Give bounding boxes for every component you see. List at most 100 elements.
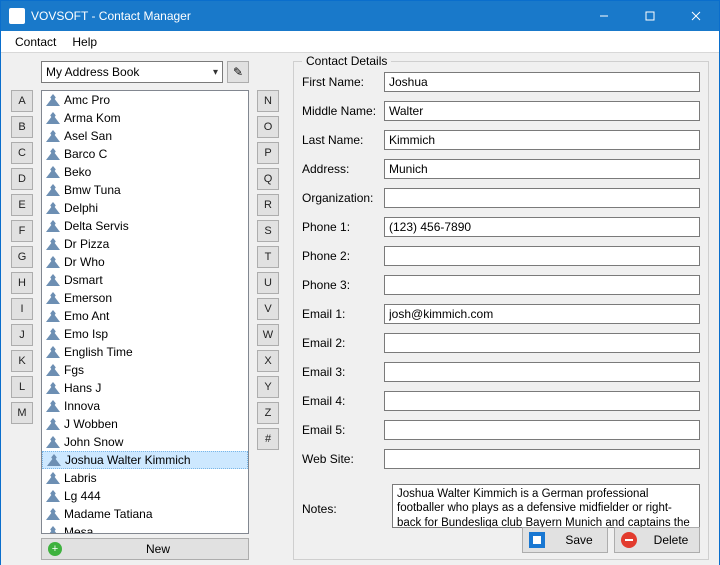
alpha-s[interactable]: S [257,220,279,242]
org-field[interactable] [384,188,700,208]
menu-bar: Contact Help [1,31,719,53]
list-item-label: Joshua Walter Kimmich [65,453,191,467]
alpha-#[interactable]: # [257,428,279,450]
last-field[interactable] [384,130,700,150]
alpha-i[interactable]: I [11,298,33,320]
contact-list[interactable]: Amc Pro Arma Kom Asel SanBarco C Beko Bmw Tu… [41,90,249,534]
alpha-p[interactable]: P [257,142,279,164]
list-item[interactable]: Delphi [42,199,248,217]
alpha-d[interactable]: D [11,168,33,190]
pencil-icon: ✎ [233,65,243,79]
list-item[interactable]: Bmw Tuna [42,181,248,199]
maximize-button[interactable] [627,1,673,31]
person-icon [46,184,60,196]
list-item[interactable]: J Wobben [42,415,248,433]
list-item-label: Beko [64,165,91,179]
list-item[interactable]: Asel San [42,127,248,145]
person-icon [46,274,60,286]
p3-field[interactable] [384,275,700,295]
list-item[interactable]: Dsmart [42,271,248,289]
list-item[interactable]: Beko [42,163,248,181]
list-item[interactable]: Hans J [42,379,248,397]
alpha-j[interactable]: J [11,324,33,346]
list-item[interactable]: Fgs [42,361,248,379]
e1-field[interactable] [384,304,700,324]
list-item[interactable]: English Time [42,343,248,361]
alpha-b[interactable]: B [11,116,33,138]
edit-book-button[interactable]: ✎ [227,61,249,83]
list-item[interactable]: Joshua Walter Kimmich [42,451,248,469]
window-title: VOVSOFT - Contact Manager [31,9,581,23]
alpha-o[interactable]: O [257,116,279,138]
person-icon [46,382,60,394]
web-field[interactable] [384,449,700,469]
list-item[interactable]: Dr Pizza [42,235,248,253]
alpha-h[interactable]: H [11,272,33,294]
middle-field[interactable] [384,101,700,121]
alpha-u[interactable]: U [257,272,279,294]
list-item[interactable]: Lg 444 [42,487,248,505]
alpha-y[interactable]: Y [257,376,279,398]
menu-help[interactable]: Help [64,33,105,51]
address-field[interactable] [384,159,700,179]
list-item[interactable]: Labris [42,469,248,487]
alpha-f[interactable]: F [11,220,33,242]
new-contact-button[interactable]: + New [41,538,249,560]
list-item[interactable]: Emo Isp [42,325,248,343]
alpha-k[interactable]: K [11,350,33,372]
close-button[interactable] [673,1,719,31]
alpha-a[interactable]: A [11,90,33,112]
list-item[interactable]: Mesa [42,523,248,534]
list-item[interactable]: Innova [42,397,248,415]
first-field[interactable] [384,72,700,92]
list-item[interactable]: Madame Tatiana [42,505,248,523]
p2-field[interactable] [384,246,700,266]
list-item-label: Emo Ant [64,309,109,323]
list-item-label: Emo Isp [64,327,108,341]
alpha-x[interactable]: X [257,350,279,372]
address-book-select[interactable]: My Address Book ▾ [41,61,223,83]
list-item[interactable]: Delta Servis [42,217,248,235]
e3-field[interactable] [384,362,700,382]
alpha-q[interactable]: Q [257,168,279,190]
e5-field[interactable] [384,420,700,440]
alpha-z[interactable]: Z [257,402,279,424]
p1-field[interactable] [384,217,700,237]
person-icon [46,310,60,322]
list-item-label: Fgs [64,363,84,377]
address-book-name: My Address Book [46,65,139,79]
delete-button[interactable]: Delete [614,527,700,553]
label-e5: Email 5: [302,423,384,437]
alpha-g[interactable]: G [11,246,33,268]
list-item[interactable]: Dr Who [42,253,248,271]
e4-field[interactable] [384,391,700,411]
person-icon [47,454,61,466]
alpha-r[interactable]: R [257,194,279,216]
notes-field[interactable] [392,484,700,528]
list-item[interactable]: Emo Ant [42,307,248,325]
save-label: Save [565,533,592,547]
alpha-w[interactable]: W [257,324,279,346]
label-p1: Phone 1: [302,220,384,234]
e2-field[interactable] [384,333,700,353]
list-item[interactable]: John Snow [42,433,248,451]
list-item[interactable]: Barco C [42,145,248,163]
person-icon [46,364,60,376]
alpha-n[interactable]: N [257,90,279,112]
minimize-button[interactable] [581,1,627,31]
list-item[interactable]: Emerson [42,289,248,307]
menu-contact[interactable]: Contact [7,33,64,51]
alpha-v[interactable]: V [257,298,279,320]
alpha-e[interactable]: E [11,194,33,216]
alpha-l[interactable]: L [11,376,33,398]
list-item-label: Labris [64,471,97,485]
save-button[interactable]: Save [522,527,608,553]
list-item[interactable]: Amc Pro [42,91,248,109]
list-item[interactable]: Arma Kom [42,109,248,127]
alpha-c[interactable]: C [11,142,33,164]
label-e1: Email 1: [302,307,384,321]
person-icon [46,130,60,142]
alpha-m[interactable]: M [11,402,33,424]
list-item-label: Arma Kom [64,111,121,125]
alpha-t[interactable]: T [257,246,279,268]
